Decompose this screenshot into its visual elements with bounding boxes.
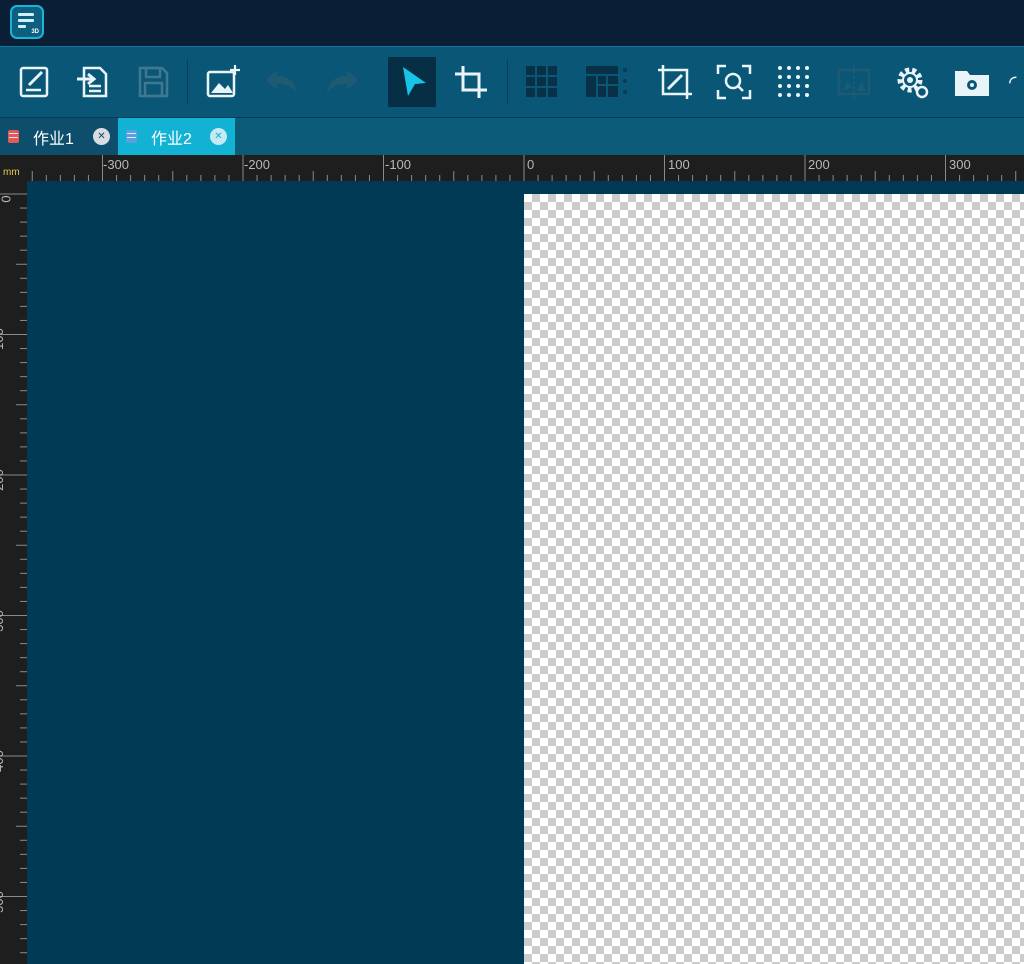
edit-document-button[interactable] bbox=[10, 57, 58, 107]
select-pointer-icon bbox=[403, 67, 426, 96]
document-icon bbox=[126, 130, 137, 143]
ruler-label: 100 bbox=[668, 157, 690, 172]
toolbar bbox=[0, 46, 1024, 118]
grid-layout-icon bbox=[526, 66, 557, 97]
toolbar-separator bbox=[507, 59, 508, 105]
dot-grid-icon bbox=[778, 66, 809, 97]
tab-bar: 作业1 ✕ 作业2 ✕ bbox=[0, 118, 1024, 155]
tab-label: 作业1 bbox=[33, 130, 74, 148]
app-logo-icon[interactable]: 3D bbox=[10, 5, 44, 39]
ruler-corner: mm bbox=[0, 155, 27, 181]
toolbar-separator bbox=[187, 59, 188, 105]
tab-job-2[interactable]: 作业2 ✕ bbox=[118, 118, 235, 155]
dot-grid-button[interactable] bbox=[770, 57, 818, 107]
settings-button[interactable] bbox=[888, 57, 936, 107]
close-icon[interactable]: ✕ bbox=[93, 128, 110, 145]
save-button[interactable] bbox=[129, 57, 177, 107]
crop-icon bbox=[455, 66, 487, 98]
ruler-label: -100 bbox=[385, 157, 412, 172]
tile-layout-button[interactable] bbox=[580, 57, 634, 107]
ruler-label: 200 bbox=[0, 469, 7, 491]
select-tool-button[interactable] bbox=[388, 57, 436, 107]
ruler-ticks bbox=[31, 155, 1017, 181]
gear-settings-icon bbox=[897, 67, 929, 99]
redo-button[interactable] bbox=[318, 57, 366, 107]
ruler-label: 0 bbox=[527, 157, 535, 172]
flip-image-icon bbox=[837, 66, 871, 98]
ruler-label: 200 bbox=[808, 157, 830, 172]
ruler-label: -300 bbox=[103, 157, 130, 172]
transparent-canvas[interactable] bbox=[524, 194, 1024, 964]
horizontal-ruler[interactable]: -300 -200 -100 0 100 200 300 bbox=[27, 155, 1024, 181]
crop-button[interactable] bbox=[447, 57, 495, 107]
ruler-ticks bbox=[0, 193, 27, 954]
import-button[interactable] bbox=[69, 57, 117, 107]
workspace[interactable] bbox=[27, 181, 1024, 964]
crop-frame-button[interactable] bbox=[651, 57, 699, 107]
folder-settings-button[interactable] bbox=[948, 57, 996, 107]
crop-frame-icon bbox=[658, 65, 692, 99]
grid-layout-button[interactable] bbox=[518, 57, 566, 107]
vertical-ruler[interactable]: 0 100 200 300 400 500 bbox=[0, 181, 27, 964]
ruler-label: 300 bbox=[949, 157, 971, 172]
zoom-fit-button[interactable] bbox=[710, 57, 758, 107]
ruler-label: 500 bbox=[0, 891, 7, 913]
tile-layout-icon bbox=[586, 66, 627, 97]
folder-settings-icon bbox=[955, 71, 989, 96]
undo-icon bbox=[266, 70, 297, 94]
ruler-label: -200 bbox=[244, 157, 271, 172]
title-bar: 3D bbox=[0, 0, 1024, 46]
zoom-fit-icon bbox=[716, 64, 752, 100]
tab-label: 作业2 bbox=[151, 130, 192, 148]
add-image-button[interactable] bbox=[198, 57, 246, 107]
edit-document-icon bbox=[19, 66, 49, 98]
ruler-unit-label: mm bbox=[3, 167, 20, 178]
close-icon[interactable]: ✕ bbox=[210, 128, 227, 145]
save-icon bbox=[138, 66, 169, 98]
ruler-label: 400 bbox=[0, 750, 7, 772]
tab-job-1[interactable]: 作业1 ✕ bbox=[0, 118, 118, 155]
redo-icon bbox=[327, 70, 358, 94]
more-tool-button[interactable] bbox=[1006, 57, 1024, 107]
undo-button[interactable] bbox=[258, 57, 306, 107]
ruler-label: 100 bbox=[0, 328, 7, 350]
partial-icon bbox=[1009, 76, 1017, 84]
ruler-label: 0 bbox=[0, 195, 13, 202]
import-icon bbox=[77, 66, 108, 98]
flip-image-button[interactable] bbox=[830, 57, 878, 107]
ruler-label: 300 bbox=[0, 610, 7, 632]
app-logo-text: 3D bbox=[31, 29, 39, 35]
add-image-icon bbox=[206, 65, 240, 98]
document-icon bbox=[8, 130, 19, 143]
